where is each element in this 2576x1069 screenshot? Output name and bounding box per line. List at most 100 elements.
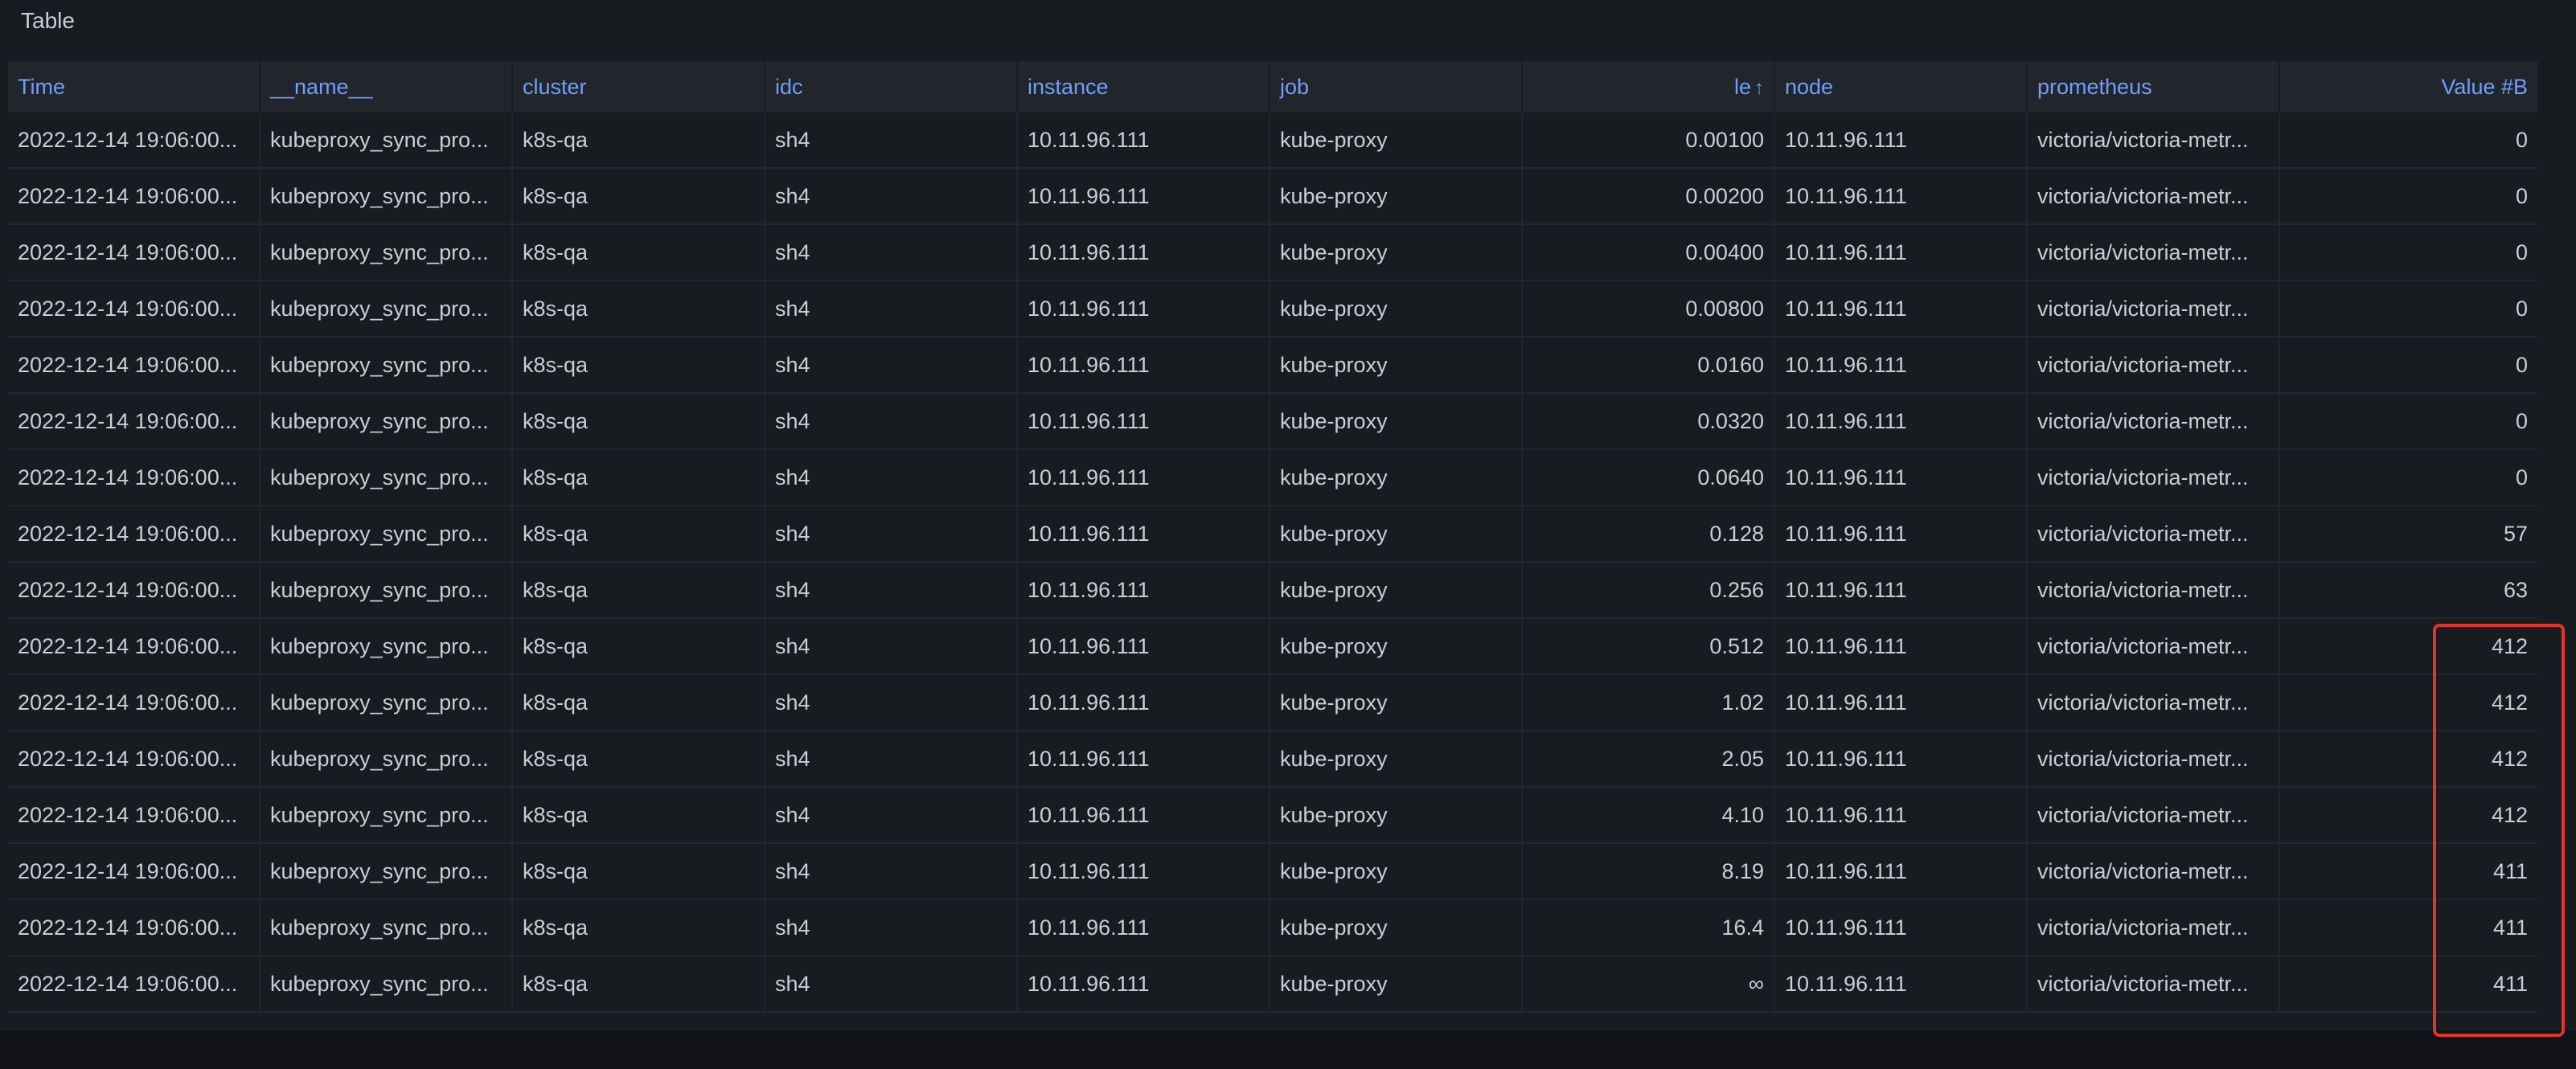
table-cell: victoria/victoria-metr... bbox=[2028, 956, 2280, 1011]
table-cell: 0.512 bbox=[1523, 619, 1775, 674]
column-header-time[interactable]: Time bbox=[8, 61, 260, 113]
table-cell: sh4 bbox=[765, 844, 1018, 899]
table-cell: victoria/victoria-metr... bbox=[2028, 788, 2280, 842]
table-cell: 10.11.96.111 bbox=[1775, 900, 2028, 955]
table-cell: sh4 bbox=[765, 900, 1018, 955]
table-cell: 0.0320 bbox=[1523, 394, 1775, 448]
table-row[interactable]: 2022-12-14 19:06:00... kubeproxy_sync_pro… bbox=[8, 844, 2537, 900]
table-header: Time __name__ cluster idc instance job le ↑ node… bbox=[8, 61, 2537, 113]
column-header-value-b[interactable]: Value #B bbox=[2280, 61, 2537, 113]
table-cell: kubeproxy_sync_pro... bbox=[260, 394, 513, 448]
table-cell: victoria/victoria-metr... bbox=[2028, 900, 2280, 955]
table-row[interactable]: 2022-12-14 19:06:00... kubeproxy_sync_pro… bbox=[8, 338, 2537, 394]
table-cell: 0.00400 bbox=[1523, 225, 1775, 280]
table-cell: 0.0640 bbox=[1523, 450, 1775, 505]
table-cell: victoria/victoria-metr... bbox=[2028, 450, 2280, 505]
column-header-node[interactable]: node bbox=[1775, 61, 2028, 113]
table-row[interactable]: 2022-12-14 19:06:00... kubeproxy_sync_pro… bbox=[8, 169, 2537, 225]
table-cell: victoria/victoria-metr... bbox=[2028, 225, 2280, 280]
table-cell: kube-proxy bbox=[1270, 788, 1523, 842]
table-cell: kubeproxy_sync_pro... bbox=[260, 731, 513, 786]
table-cell: kube-proxy bbox=[1270, 731, 1523, 786]
table-cell: 10.11.96.111 bbox=[1018, 788, 1270, 842]
table-cell: victoria/victoria-metr... bbox=[2028, 394, 2280, 448]
table-row[interactable]: 2022-12-14 19:06:00... kubeproxy_sync_pro… bbox=[8, 225, 2537, 281]
table-row[interactable]: 2022-12-14 19:06:00... kubeproxy_sync_pro… bbox=[8, 731, 2537, 788]
table-cell: 0.00800 bbox=[1523, 281, 1775, 336]
table-row[interactable]: 2022-12-14 19:06:00... kubeproxy_sync_pro… bbox=[8, 563, 2537, 619]
table-cell: kube-proxy bbox=[1270, 563, 1523, 617]
table-panel: Table Time __name__ cluster idc instance job l… bbox=[0, 0, 2576, 1030]
table-cell: 10.11.96.111 bbox=[1018, 225, 1270, 280]
table-cell: sh4 bbox=[765, 281, 1018, 336]
table-cell: sh4 bbox=[765, 169, 1018, 223]
table-cell: kube-proxy bbox=[1270, 619, 1523, 674]
table-cell: kube-proxy bbox=[1270, 281, 1523, 336]
table-cell: sh4 bbox=[765, 394, 1018, 448]
table-cell: 4.10 bbox=[1523, 788, 1775, 842]
table-cell: kubeproxy_sync_pro... bbox=[260, 956, 513, 1011]
table-cell: kubeproxy_sync_pro... bbox=[260, 281, 513, 336]
table-cell: kubeproxy_sync_pro... bbox=[260, 844, 513, 899]
table-cell: sh4 bbox=[765, 788, 1018, 842]
table-cell: kubeproxy_sync_pro... bbox=[260, 900, 513, 955]
column-header-label: __name__ bbox=[270, 75, 373, 99]
table-cell: 10.11.96.111 bbox=[1775, 563, 2028, 617]
table-cell: 0 bbox=[2515, 465, 2528, 489]
table-row[interactable]: 2022-12-14 19:06:00... kubeproxy_sync_pro… bbox=[8, 450, 2537, 506]
table-cell: k8s-qa bbox=[513, 675, 765, 730]
table-row[interactable]: 2022-12-14 19:06:00... kubeproxy_sync_pro… bbox=[8, 900, 2537, 956]
table-cell: 10.11.96.111 bbox=[1018, 281, 1270, 336]
column-header-cluster[interactable]: cluster bbox=[513, 61, 765, 113]
table-cell: kubeproxy_sync_pro... bbox=[260, 619, 513, 674]
table-cell: kube-proxy bbox=[1270, 338, 1523, 392]
table-cell: kube-proxy bbox=[1270, 450, 1523, 505]
table-cell: 10.11.96.111 bbox=[1018, 956, 1270, 1011]
table-cell: 10.11.96.111 bbox=[1775, 169, 2028, 223]
table-cell: 10.11.96.111 bbox=[1018, 619, 1270, 674]
column-header-idc[interactable]: idc bbox=[765, 61, 1018, 113]
table-row[interactable]: 2022-12-14 19:06:00... kubeproxy_sync_pro… bbox=[8, 788, 2537, 844]
table-cell: k8s-qa bbox=[513, 450, 765, 505]
table-cell: kube-proxy bbox=[1270, 506, 1523, 561]
table-cell: 2022-12-14 19:06:00... bbox=[8, 113, 260, 167]
table-row[interactable]: 2022-12-14 19:06:00... kubeproxy_sync_pro… bbox=[8, 956, 2537, 1013]
table-body: 2022-12-14 19:06:00... kubeproxy_sync_pro… bbox=[8, 113, 2537, 1013]
table-cell: 0.256 bbox=[1523, 563, 1775, 617]
table-cell: 0.00200 bbox=[1523, 169, 1775, 223]
table-row[interactable]: 2022-12-14 19:06:00... kubeproxy_sync_pro… bbox=[8, 506, 2537, 563]
sort-ascending-icon[interactable]: ↑ bbox=[1754, 77, 1764, 99]
table-cell: kube-proxy bbox=[1270, 394, 1523, 448]
table-cell: k8s-qa bbox=[513, 563, 765, 617]
table-cell: victoria/victoria-metr... bbox=[2028, 506, 2280, 561]
column-header-prometheus[interactable]: prometheus bbox=[2028, 61, 2280, 113]
table-cell: 10.11.96.111 bbox=[1018, 731, 1270, 786]
table-cell: 10.11.96.111 bbox=[1775, 225, 2028, 280]
column-header-le[interactable]: le ↑ bbox=[1523, 61, 1775, 113]
table-cell: victoria/victoria-metr... bbox=[2028, 675, 2280, 730]
table-cell: sh4 bbox=[765, 506, 1018, 561]
column-header-job[interactable]: job bbox=[1270, 61, 1523, 113]
table-row[interactable]: 2022-12-14 19:06:00... kubeproxy_sync_pro… bbox=[8, 281, 2537, 338]
table-cell: 2022-12-14 19:06:00... bbox=[8, 450, 260, 505]
column-header-name[interactable]: __name__ bbox=[260, 61, 513, 113]
column-header-label: node bbox=[1785, 75, 1834, 99]
panel-title[interactable]: Table bbox=[21, 8, 75, 34]
table-cell: 2022-12-14 19:06:00... bbox=[8, 394, 260, 448]
column-header-label: prometheus bbox=[2037, 75, 2152, 99]
table-cell: 2.05 bbox=[1523, 731, 1775, 786]
table-cell: kube-proxy bbox=[1270, 844, 1523, 899]
table-row[interactable]: 2022-12-14 19:06:00... kubeproxy_sync_pro… bbox=[8, 113, 2537, 169]
table-row[interactable]: 2022-12-14 19:06:00... kubeproxy_sync_pro… bbox=[8, 394, 2537, 450]
table-cell: victoria/victoria-metr... bbox=[2028, 169, 2280, 223]
table-cell: 2022-12-14 19:06:00... bbox=[8, 563, 260, 617]
table-cell: 10.11.96.111 bbox=[1775, 506, 2028, 561]
table-row[interactable]: 2022-12-14 19:06:00... kubeproxy_sync_pro… bbox=[8, 619, 2537, 675]
table-cell: 2022-12-14 19:06:00... bbox=[8, 169, 260, 223]
table-cell: 10.11.96.111 bbox=[1775, 731, 2028, 786]
column-header-instance[interactable]: instance bbox=[1018, 61, 1270, 113]
table-row[interactable]: 2022-12-14 19:06:00... kubeproxy_sync_pro… bbox=[8, 675, 2537, 731]
table-cell: 10.11.96.111 bbox=[1775, 675, 2028, 730]
table-cell: 2022-12-14 19:06:00... bbox=[8, 619, 260, 674]
table-cell: kubeproxy_sync_pro... bbox=[260, 225, 513, 280]
